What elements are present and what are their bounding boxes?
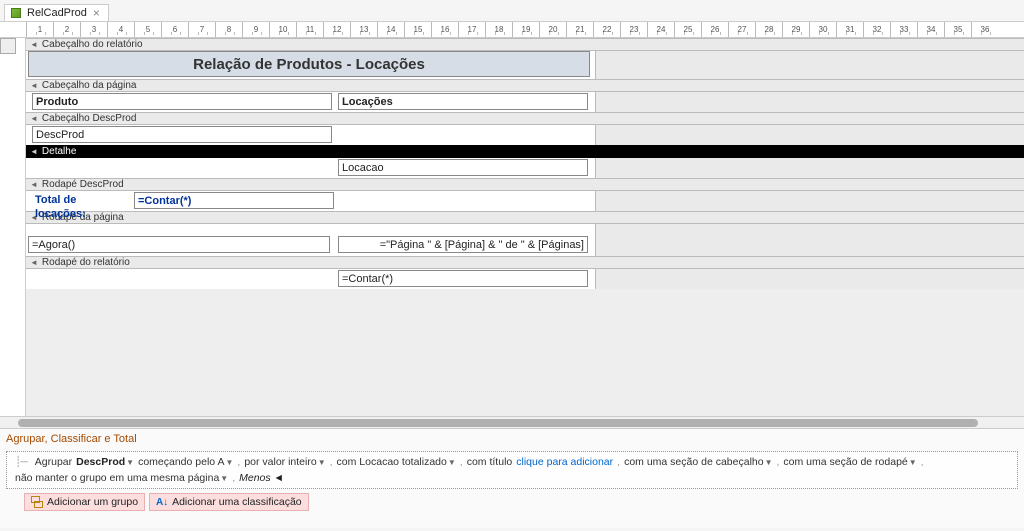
section-bar-group-header[interactable]: ◄Cabeçalho DescProd: [26, 112, 1024, 125]
section-label: Cabeçalho DescProd: [42, 113, 137, 124]
section-bar-page-header[interactable]: ◄Cabeçalho da página: [26, 79, 1024, 92]
report-selector[interactable]: [0, 38, 16, 54]
report-icon: [11, 8, 21, 18]
tab-bar: RelCadProd ×: [0, 0, 1024, 22]
horizontal-ruler[interactable]: 1234567891011121314151617181920212223242…: [0, 22, 1024, 38]
group-row-descprod[interactable]: ┊─ Agrupar DescProd▼ começando pelo A▼ ,…: [6, 451, 1018, 489]
document-tab[interactable]: RelCadProd ×: [4, 4, 109, 21]
section-bar-report-footer[interactable]: ◄Rodapé do relatório: [26, 256, 1024, 269]
horizontal-scrollbar[interactable]: [0, 416, 1024, 428]
section-label: Cabeçalho da página: [42, 80, 137, 91]
title-link[interactable]: clique para adicionar: [516, 456, 613, 468]
field-locacao[interactable]: Locacao: [338, 159, 588, 176]
close-icon[interactable]: ×: [93, 7, 100, 19]
field-count-report[interactable]: =Contar(*): [338, 270, 588, 287]
tab-title: RelCadProd: [27, 7, 87, 19]
footer-section-dropdown[interactable]: com uma seção de rodapé▼: [783, 456, 916, 468]
less-toggle[interactable]: Menos ◄: [239, 472, 284, 484]
col-header-locacoes[interactable]: Locações: [338, 93, 588, 110]
label-total-locacoes[interactable]: Total de locações:: [32, 192, 132, 209]
design-canvas[interactable]: ◄Cabeçalho do relatório Relação de Produ…: [26, 38, 1024, 416]
add-sort-button[interactable]: A↓ Adicionar uma classificação: [149, 493, 309, 511]
vertical-ruler[interactable]: [0, 38, 26, 416]
section-bar-group-footer[interactable]: ◄Rodapé DescProd: [26, 178, 1024, 191]
section-label: Cabeçalho do relatório: [42, 39, 143, 50]
header-section-dropdown[interactable]: com uma seção de cabeçalho▼: [624, 456, 772, 468]
section-label: Detalhe: [42, 146, 76, 157]
group-interval-dropdown[interactable]: por valor inteiro▼: [244, 456, 325, 468]
scroll-thumb[interactable]: [18, 419, 978, 427]
group-field-dropdown[interactable]: DescProd▼: [76, 456, 134, 468]
sort-order-dropdown[interactable]: começando pelo A▼: [138, 456, 233, 468]
add-group-button[interactable]: Adicionar um grupo: [24, 493, 145, 511]
field-now[interactable]: =Agora(): [28, 236, 330, 253]
field-descprod[interactable]: DescProd: [32, 126, 332, 143]
section-bar-report-header[interactable]: ◄Cabeçalho do relatório: [26, 38, 1024, 51]
totals-dropdown[interactable]: com Locacao totalizado▼: [337, 456, 456, 468]
group-icon: [31, 496, 43, 508]
section-bar-detail[interactable]: ◄Detalhe: [26, 145, 1024, 158]
col-header-produto[interactable]: Produto: [32, 93, 332, 110]
keep-together-dropdown[interactable]: não manter o grupo em uma mesma página▼: [15, 472, 228, 484]
sort-icon: A↓: [156, 496, 168, 508]
group-sort-total-panel: Agrupar, Classificar e Total ┊─ Agrupar …: [0, 428, 1024, 528]
field-count-group[interactable]: =Contar(*): [134, 192, 334, 209]
section-label: Rodapé do relatório: [42, 257, 130, 268]
indent-icon: ┊─: [15, 456, 27, 468]
section-label: Rodapé DescProd: [42, 179, 124, 190]
gst-title: Agrupar, Classificar e Total: [6, 433, 1018, 445]
field-page-number[interactable]: ="Página " & [Página] & " de " & [Página…: [338, 236, 588, 253]
section-bar-page-footer[interactable]: ◄Rodapé da página: [26, 211, 1024, 224]
report-title-label[interactable]: Relação de Produtos - Locações: [28, 51, 590, 77]
